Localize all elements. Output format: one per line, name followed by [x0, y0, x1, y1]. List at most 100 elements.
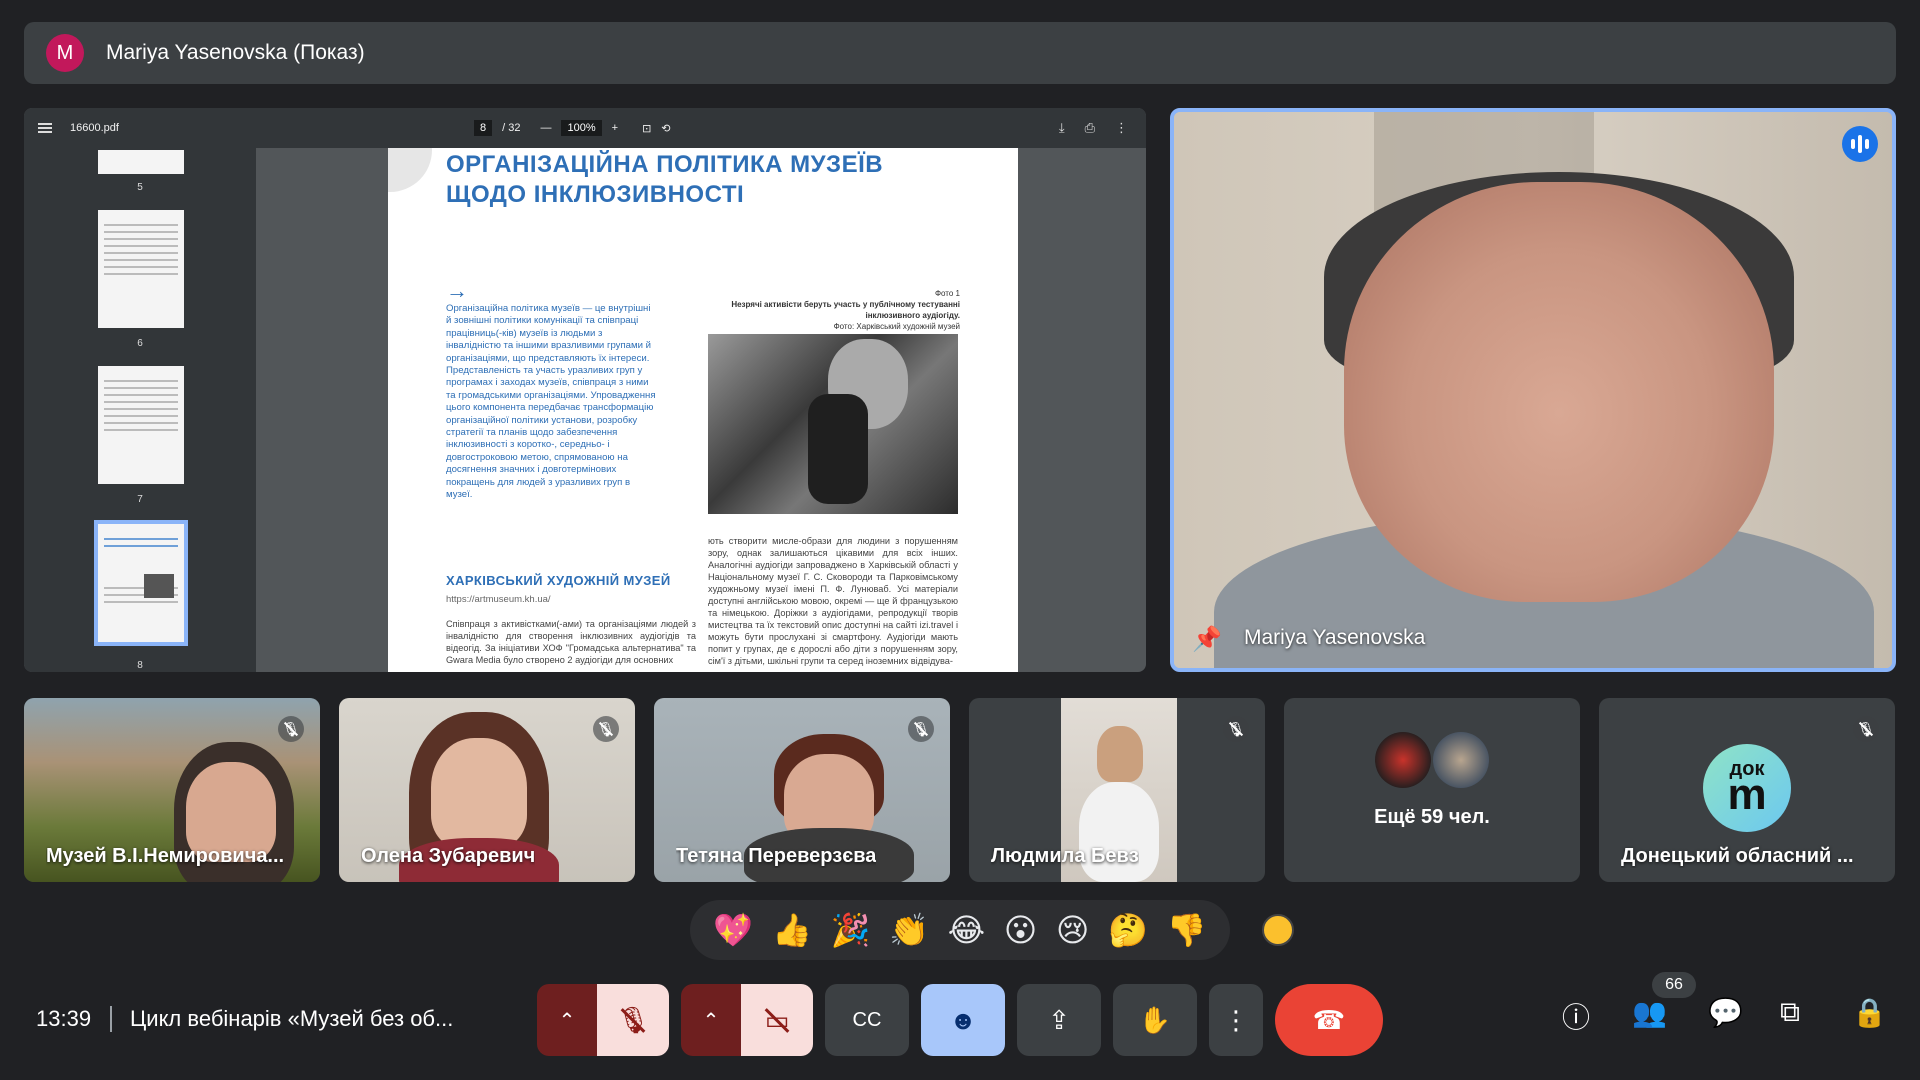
participant-name: Олена Зубаревич [361, 845, 536, 867]
people-icon[interactable]: 👥 [1632, 996, 1667, 1029]
participant-tile[interactable]: 🎙 Тетяна Переверзєва [654, 698, 950, 882]
reaction-surprised[interactable]: 😮 [1004, 911, 1037, 949]
mic-off-icon: 🎙 [1853, 716, 1879, 742]
participant-tile[interactable]: 🎙 Олена Зубаревич [339, 698, 635, 882]
page-decoration [388, 148, 432, 192]
pdf-viewer: 16600.pdf 8 / 32 — 100% + ⊡ ⟲ ⤓ ⎙ ⋮ 5 6 … [24, 108, 1146, 672]
thumbnail-number: 8 [137, 660, 143, 671]
captions-icon: CC [852, 1008, 882, 1031]
pdf-actions: ⤓ ⎙ ⋮ [1059, 120, 1128, 136]
thumbnail-number: 6 [137, 338, 143, 349]
museum-url: https://artmuseum.kh.ua/ [446, 594, 551, 605]
more-options-button[interactable]: ⋮ [1209, 984, 1263, 1056]
reaction-thinking[interactable]: 🤔 [1108, 911, 1148, 949]
body-text-left: Співпраця з активістками(-ами) та органі… [446, 619, 696, 665]
pdf-toolbar: 16600.pdf 8 / 32 — 100% + ⊡ ⟲ ⤓ ⎙ ⋮ [24, 108, 1146, 148]
mic-toggle-button[interactable]: 🎙 [597, 984, 669, 1056]
body-text-right: ють створити мисле-образи для людини з п… [708, 536, 958, 666]
participant-name: Тетяна Переверзєва [676, 845, 877, 867]
reaction-thumbs-down[interactable]: 👎 [1167, 911, 1207, 949]
participants-count-badge: 66 [1652, 972, 1696, 998]
mic-off-icon: 🎙 [1223, 716, 1249, 742]
more-participants-label: Ещё 59 чел. [1374, 805, 1490, 828]
pdf-filename: 16600.pdf [70, 122, 119, 134]
participant-name: Донецький обласний ... [1621, 845, 1854, 867]
museum-heading: ХАРКІВСЬКИЙ ХУДОЖНІЙ МУЗЕЙ [446, 573, 671, 588]
reaction-laugh[interactable]: 😂 [948, 911, 985, 949]
activities-icon[interactable]: ⧉ [1780, 996, 1800, 1029]
emoji-icon: ☻ [949, 1004, 977, 1035]
intro-paragraph: Організаційна політика музеїв — це внутр… [446, 303, 656, 501]
host-controls-icon[interactable]: 🔒 [1852, 996, 1887, 1029]
pin-icon[interactable]: 📌 [1192, 625, 1222, 654]
pdf-page-controls: 8 / 32 — 100% + ⊡ ⟲ [474, 120, 671, 136]
reaction-party[interactable]: 🎉 [831, 911, 871, 949]
page-number-input[interactable]: 8 [474, 120, 493, 136]
download-icon[interactable]: ⤓ [1059, 120, 1065, 136]
clock: 13:39 [36, 1006, 92, 1031]
document-photo [708, 334, 958, 514]
thumbnail-sidebar: 5 6 7 8 [24, 148, 256, 672]
reaction-clap[interactable]: 👏 [889, 911, 929, 949]
more-participants-tile[interactable]: Ещё 59 чел. [1284, 698, 1580, 882]
divider [110, 1006, 112, 1032]
page-heading: ОРГАНІЗАЦІЙНА ПОЛІТИКА МУЗЕЇВ ЩОДО ІНКЛЮ… [446, 150, 883, 210]
speaker-tile[interactable]: 📌 Mariya Yasenovska [1170, 108, 1896, 672]
fit-page-icon[interactable]: ⊡ [642, 122, 651, 135]
thumbnail-number: 7 [137, 494, 143, 505]
camera-control: ⌃ ▭ [681, 984, 813, 1056]
zoom-out-icon[interactable]: — [540, 122, 551, 134]
dok-logo: док m [1703, 744, 1791, 832]
page-total: / 32 [502, 122, 521, 134]
present-screen-icon: ⇪ [1048, 1004, 1070, 1035]
reactions-button[interactable]: ☻ [921, 984, 1005, 1056]
print-icon[interactable]: ⎙ [1085, 120, 1095, 136]
menu-icon[interactable] [38, 123, 52, 133]
mic-off-icon: 🎙 [278, 716, 304, 742]
photo-credit: Фото: Харківський художній музей [833, 322, 960, 331]
rotate-icon[interactable]: ⟲ [661, 122, 670, 135]
participant-tile[interactable]: 🎙 Музей В.І.Немировича... [24, 698, 320, 882]
thumbnail-page[interactable] [98, 150, 184, 174]
microphone-control: ⌃ 🎙 [537, 984, 669, 1056]
heading-line: ОРГАНІЗАЦІЙНА ПОЛІТИКА МУЗЕЇВ [446, 151, 884, 178]
participant-name: Людмила Бевз [991, 845, 1139, 867]
captions-button[interactable]: CC [825, 984, 909, 1056]
reaction-thumbs-up[interactable]: 👍 [772, 911, 812, 949]
skin-tone-selector[interactable] [1262, 914, 1294, 946]
thumbnail-page-selected[interactable] [94, 520, 188, 646]
more-participants-avatars [1375, 731, 1489, 788]
thumbnail-page[interactable] [98, 210, 184, 328]
participant-tile[interactable]: 🎙 Людмила Бевз [969, 698, 1265, 882]
reaction-heart[interactable]: 💖 [713, 911, 753, 949]
presentation-header: M Mariya Yasenovska (Показ) [24, 22, 1896, 84]
arrow-right-icon: → [446, 278, 468, 303]
pdf-page: ОРГАНІЗАЦІЙНА ПОЛІТИКА МУЗЕЇВ ЩОДО ІНКЛЮ… [388, 148, 1018, 672]
photo-caption-text: Незрячі активісти беруть участь у публіч… [731, 300, 960, 320]
reaction-sad[interactable]: 😢 [1056, 911, 1089, 949]
hand-icon: ✋ [1138, 1004, 1172, 1035]
camera-toggle-button[interactable]: ▭ [741, 984, 813, 1056]
zoom-in-icon[interactable]: + [612, 122, 618, 134]
leave-call-button[interactable]: ☎ [1275, 984, 1383, 1056]
info-icon[interactable]: ⓘ [1562, 996, 1590, 1036]
speaking-indicator-icon [1842, 126, 1878, 162]
raise-hand-button[interactable]: ✋ [1113, 984, 1197, 1056]
participant-name: Музей В.І.Немировича... [46, 845, 285, 867]
heading-line: ЩОДО ІНКЛЮЗИВНОСТІ [446, 181, 745, 208]
thumbnail-page[interactable] [98, 366, 184, 484]
avatar [1433, 731, 1489, 788]
present-button[interactable]: ⇪ [1017, 984, 1101, 1056]
participant-tile[interactable]: док m 🎙 Донецький обласний ... [1599, 698, 1895, 882]
meeting-title: Цикл вебінарів «Музей без об... [130, 1006, 454, 1031]
camera-options-chevron-icon[interactable]: ⌃ [681, 984, 741, 1056]
zoom-input[interactable]: 100% [561, 120, 602, 136]
mic-off-icon: 🎙 [908, 716, 934, 742]
more-vert-icon[interactable]: ⋮ [1115, 120, 1128, 136]
speaker-name: Mariya Yasenovska [1244, 626, 1426, 649]
photo-caption: Фото 1 Незрячі активісти беруть участь у… [710, 288, 960, 332]
chat-icon[interactable]: 💬 [1708, 996, 1743, 1029]
reactions-bar: 💖 👍 🎉 👏 😂 😮 😢 🤔 👎 [690, 900, 1230, 960]
photo-label: Фото 1 [934, 289, 960, 298]
mic-options-chevron-icon[interactable]: ⌃ [537, 984, 597, 1056]
